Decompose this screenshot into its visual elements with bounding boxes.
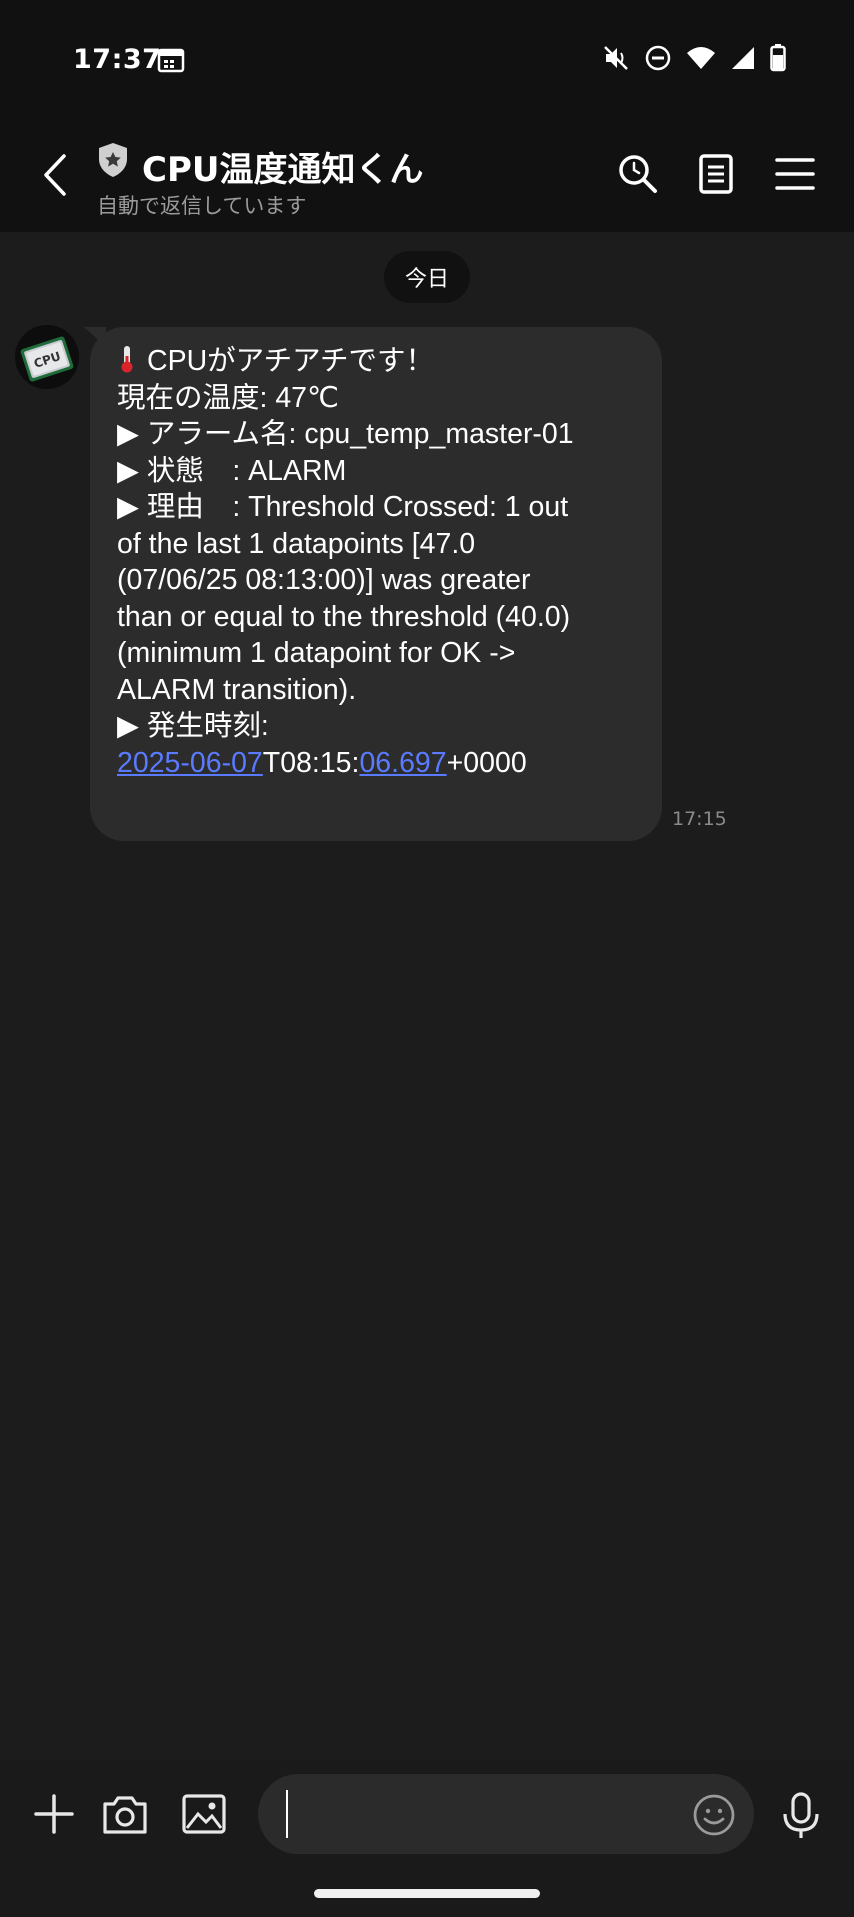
message-input[interactable] [258,1774,754,1854]
text-cursor [286,1790,288,1838]
chat-title: CPU温度通知くん [142,150,424,190]
battery-icon [770,44,786,72]
chat-header: CPU温度通知くん 自動で返信しています [0,120,854,232]
message-line: ▶ 状態 : ALARM [117,454,347,487]
timestamp-time: T08:15: [262,746,360,779]
signal-icon [732,47,754,69]
cpu-avatar-image: CPU [15,325,79,389]
dnd-icon [645,45,671,71]
message-line: (minimum 1 datapoint for OK -> [117,637,516,669]
emoji-icon[interactable] [692,1793,736,1837]
date-separator: 今日 [384,251,470,303]
camera-icon[interactable] [99,1788,151,1840]
message-line: than or equal to the threshold (40.0) [117,600,571,633]
chat-area[interactable]: 今日 CPU CPUがアチアチです！ 現在の温度: 47℃ ▶ アラーム名: c… [0,232,854,1760]
mute-icon [604,46,628,70]
message-line: CPUがアチアチです！ [117,343,640,380]
number-link[interactable]: 06.697 [359,747,446,779]
message-line: (07/06/25 08:13:00)] was greater [117,564,531,596]
thermometer-icon [121,346,133,373]
shield-icon [99,143,127,177]
note-icon[interactable] [692,150,740,198]
image-icon[interactable] [178,1788,230,1840]
message-line: ALARM transition). [117,673,357,706]
status-icons [602,44,786,72]
avatar[interactable]: CPU [15,325,79,389]
status-time: 17:37 [73,44,162,75]
menu-icon[interactable] [771,150,819,198]
message-line: of the last 1 datapoints [47.0 [117,527,476,560]
message-bubble[interactable]: CPUがアチアチです！ 現在の温度: 47℃ ▶ アラーム名: cpu_temp… [90,327,662,841]
date-link[interactable]: 2025-06-07 [117,747,263,779]
message-line: ▶ 発生時刻: [117,710,269,742]
message-line: ▶ 理由 : Threshold Crossed: 1 out [117,491,569,523]
message-time: 17:15 [672,808,727,830]
back-icon[interactable] [38,150,72,200]
message-line: ▶ アラーム名: cpu_temp_master-01 [117,418,574,450]
message-line: 現在の温度: 47℃ [117,381,340,414]
plus-icon[interactable] [28,1788,80,1840]
home-indicator[interactable] [314,1889,540,1898]
search-icon[interactable] [614,150,662,198]
status-bar: 17:37 [0,0,854,120]
timestamp-line: 2025-06-07T08:15:06.697+0000 [117,745,640,782]
calendar-icon [157,48,185,73]
timestamp-tz: +0000 [446,746,527,779]
message-headline: CPUがアチアチです！ [147,345,435,377]
wifi-icon [687,47,715,69]
mic-icon[interactable] [777,1790,825,1842]
chat-subtitle: 自動で返信しています [97,194,307,218]
